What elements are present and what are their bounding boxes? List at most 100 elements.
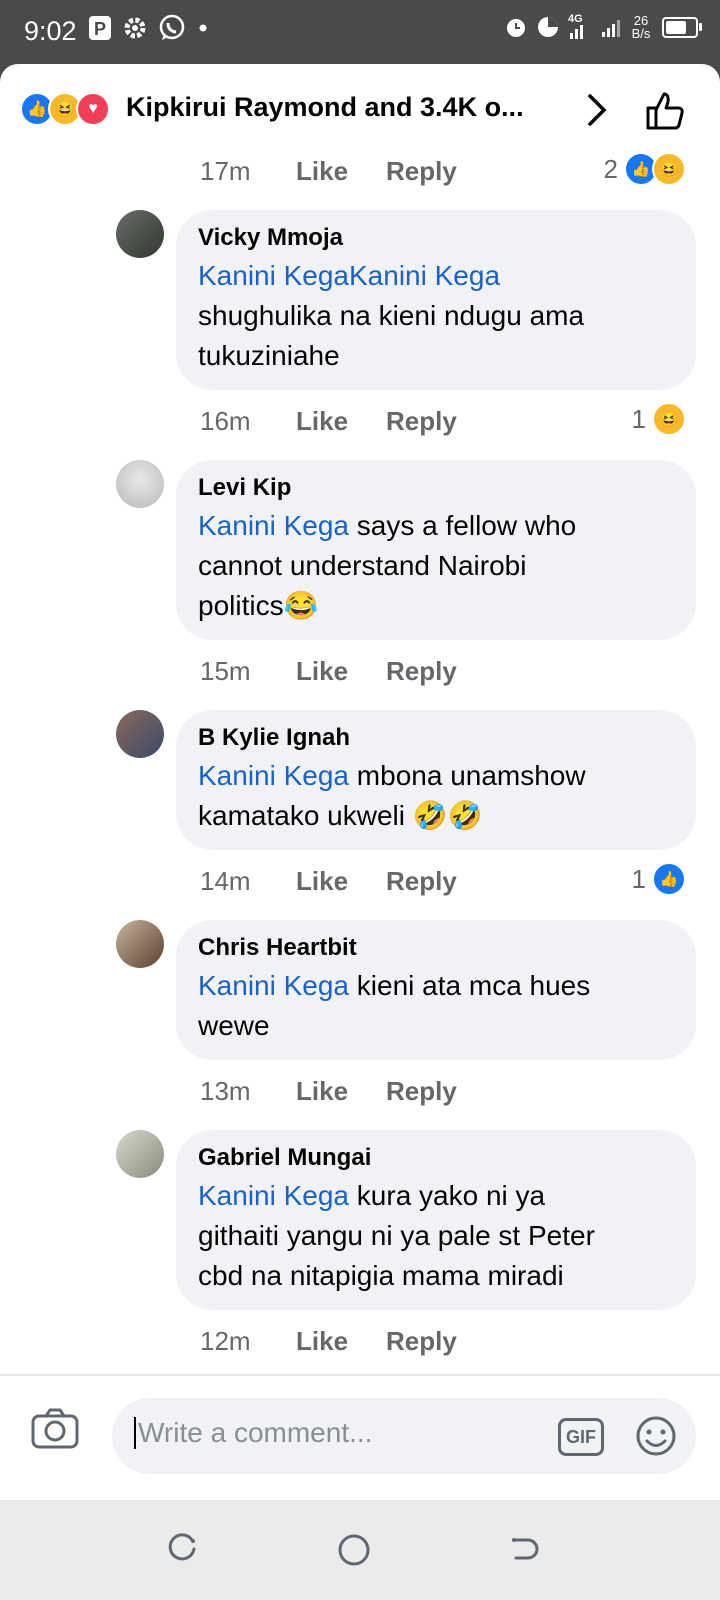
comment-text-line: wewe	[198, 1010, 270, 1041]
comment-text: Kanini KegaKanini Kega shughulika na kie…	[198, 256, 674, 376]
comment-actions: 15m Like Reply	[200, 656, 457, 687]
like-link[interactable]: Like	[296, 156, 386, 187]
like-link[interactable]: Like	[296, 1326, 386, 1357]
avatar[interactable]	[116, 920, 164, 968]
comment-text-line: kieni ata mca hues	[349, 970, 591, 1001]
comment-reactions[interactable]: 1 😆	[632, 402, 686, 436]
comment-text-line: kamatako ukweli 🤣🤣	[198, 800, 483, 831]
svg-text:P: P	[94, 19, 106, 39]
chevron-right-icon[interactable]	[584, 90, 612, 130]
comment-input-placeholder: Write a comment...	[134, 1417, 372, 1449]
comment-text: Kanini Kega kura yako ni ya githaiti yan…	[198, 1176, 674, 1296]
comment-text-line: cannot understand Nairobi	[198, 550, 527, 581]
whatsapp-icon	[159, 14, 185, 40]
reaction-count: 1	[631, 403, 646, 434]
haha-icon: 😆	[652, 402, 686, 436]
comment-bubble[interactable]: Chris Heartbit Kanini Kega kieni ata mca…	[176, 920, 696, 1060]
system-navigation-bar	[0, 1500, 720, 1600]
reaction-summary[interactable]: 👍 😆 ♥	[20, 92, 110, 126]
comment-bubble[interactable]: Levi Kip Kanini Kega says a fellow who c…	[176, 460, 696, 640]
home-icon[interactable]	[336, 1532, 372, 1568]
comment-reactions[interactable]: 1 👍	[632, 862, 686, 896]
camera-icon[interactable]	[30, 1406, 80, 1450]
signal-strength-icon	[602, 17, 620, 37]
reply-link[interactable]: Reply	[386, 406, 457, 437]
mention-link[interactable]: Kanini Kega	[198, 1180, 349, 1211]
emoji-icon[interactable]	[634, 1414, 678, 1458]
love-icon: ♥	[76, 92, 110, 126]
comment-text-line: politics😂	[198, 590, 319, 621]
comment-text-line: tukuziniahe	[198, 340, 340, 371]
avatar[interactable]	[116, 1130, 164, 1178]
mention-link[interactable]: Kanini Kega	[198, 970, 349, 1001]
comment-author[interactable]: B Kylie Ignah	[198, 724, 674, 752]
comment-time: 15m	[200, 656, 251, 686]
mention-link[interactable]: Kanini Kega	[198, 510, 349, 541]
comment-actions: 12m Like Reply	[200, 1326, 457, 1357]
avatar[interactable]	[116, 710, 164, 758]
comment-time: 14m	[200, 866, 251, 896]
comment-text-line: githaiti yangu ni ya pale st Peter	[198, 1220, 595, 1251]
reaction-count: 1	[631, 863, 646, 894]
reply-link[interactable]: Reply	[386, 156, 457, 187]
system-icons: 4G 26 B/s	[504, 13, 702, 40]
like-button-icon[interactable]	[644, 90, 686, 132]
battery-icon	[662, 16, 702, 38]
reactions-header[interactable]: 👍 😆 ♥ Kipkirui Raymond and 3.4K o...	[0, 64, 720, 154]
reply-link[interactable]: Reply	[386, 1076, 457, 1107]
alarm-icon	[507, 19, 525, 37]
reply-link[interactable]: Reply	[386, 866, 457, 897]
comment-actions: 16m Like Reply	[200, 406, 457, 437]
like-link[interactable]: Like	[296, 406, 386, 437]
comment-text: Kanini Kega says a fellow who cannot und…	[198, 506, 674, 626]
parking-app-icon: P	[89, 16, 111, 40]
comment-bubble[interactable]: Vicky Mmoja Kanini KegaKanini Kega shugh…	[176, 210, 696, 390]
like-link[interactable]: Like	[296, 866, 386, 897]
dot-icon	[199, 24, 207, 32]
mention-link[interactable]: Kanini Kega	[198, 760, 349, 791]
back-icon[interactable]	[508, 1532, 542, 1566]
gif-button[interactable]: GIF	[558, 1418, 604, 1456]
comment-time: 12m	[200, 1326, 251, 1356]
comment-text-line: shughulika na kieni ndugu ama	[198, 300, 585, 331]
comment-time: 16m	[200, 406, 251, 436]
like-icon: 👍	[652, 862, 686, 896]
comments-sheet: 👍 😆 ♥ Kipkirui Raymond and 3.4K o... 17m…	[0, 64, 720, 1500]
data-saver-icon	[538, 17, 558, 37]
reply-link[interactable]: Reply	[386, 656, 457, 687]
avatar[interactable]	[116, 210, 164, 258]
comment-text-line: says a fellow who	[349, 510, 577, 541]
haha-icon: 😆	[652, 152, 686, 186]
comment-author[interactable]: Chris Heartbit	[198, 934, 674, 962]
mention-link[interactable]: Kanini KegaKanini Kega	[198, 260, 500, 291]
status-bar: 9:02 P 4G 26 B/s	[0, 0, 720, 64]
reactions-title[interactable]: Kipkirui Raymond and 3.4K o...	[126, 92, 524, 123]
avatar[interactable]	[116, 460, 164, 508]
settings-gear-icon	[124, 17, 146, 39]
comment-text: Kanini Kega mbona unamshow kamatako ukwe…	[198, 756, 674, 836]
network-speed-unit: B/s	[631, 26, 651, 41]
comment-author[interactable]: Vicky Mmoja	[198, 224, 674, 252]
comment-text-line: mbona unamshow	[349, 760, 586, 791]
comment-bubble[interactable]: Gabriel Mungai Kanini Kega kura yako ni …	[176, 1130, 696, 1310]
comment-text-line: cbd na nitapigia mama miradi	[198, 1260, 564, 1291]
notification-icons: P	[88, 14, 210, 42]
comment-actions: 14m Like Reply	[200, 866, 457, 897]
comment-text-line: kura yako ni ya	[349, 1180, 546, 1211]
comment-composer: Write a comment... GIF	[0, 1374, 720, 1502]
comment-reactions[interactable]: 2 👍 😆	[604, 152, 686, 186]
reaction-count: 2	[603, 153, 618, 184]
reply-link[interactable]: Reply	[386, 1326, 457, 1357]
like-link[interactable]: Like	[296, 656, 386, 687]
like-link[interactable]: Like	[296, 1076, 386, 1107]
comment-actions: 17m Like Reply	[200, 156, 457, 187]
comment-author[interactable]: Levi Kip	[198, 474, 674, 502]
comment-time: 13m	[200, 1076, 251, 1106]
network-4g-indicator: 4G	[568, 13, 594, 39]
comment-bubble[interactable]: B Kylie Ignah Kanini Kega mbona unamshow…	[176, 710, 696, 850]
comment-author[interactable]: Gabriel Mungai	[198, 1144, 674, 1172]
comment-time: 17m	[200, 156, 251, 186]
network-speed: 26 B/s	[628, 14, 654, 40]
recent-apps-icon[interactable]	[166, 1532, 200, 1566]
comment-input[interactable]: Write a comment... GIF	[112, 1398, 696, 1474]
